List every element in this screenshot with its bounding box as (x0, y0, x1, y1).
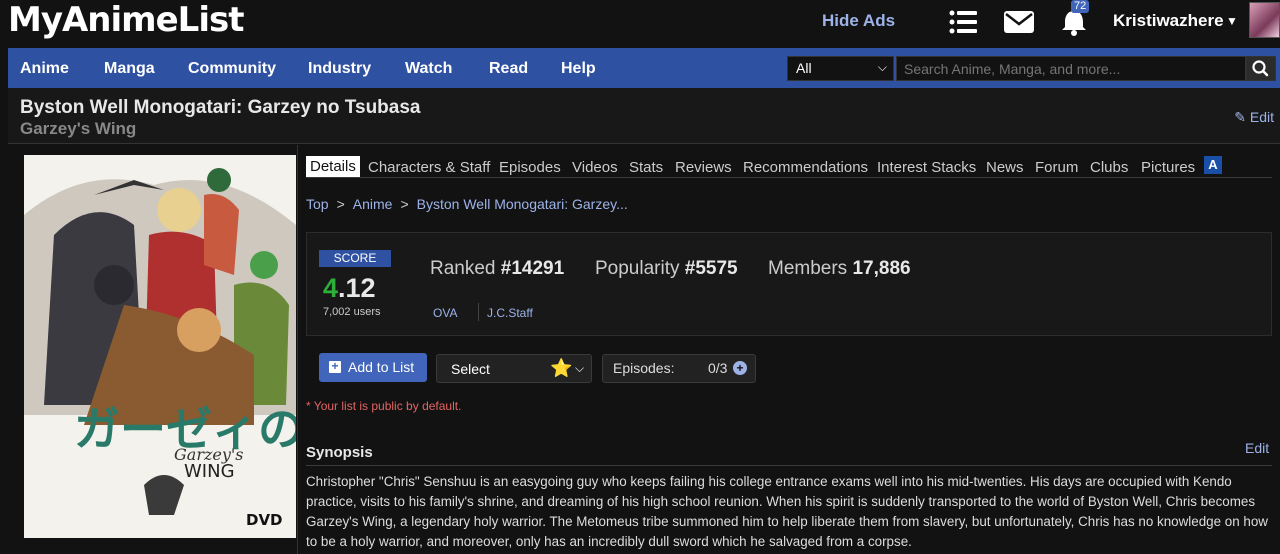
pencil-icon: ✎ (1234, 109, 1246, 125)
search-input[interactable] (896, 56, 1246, 81)
cover-title: WING (184, 461, 235, 482)
public-list-note: * Your list is public by default. (306, 399, 462, 413)
synopsis-text: Christopher "Chris" Senshuu is an easygo… (306, 474, 1268, 549)
tab-characters-staff[interactable]: Characters & Staff (368, 159, 490, 176)
top-bar: MyAnimeList Hide Ads 72 Kristiwazhere ▼ (0, 0, 1280, 48)
tab-stats[interactable]: Stats (629, 159, 663, 176)
add-to-list-button[interactable]: + Add to List (319, 353, 427, 382)
left-column: ガーゼィの翼 Garzey's WING DVD (8, 145, 298, 554)
breadcrumb-top[interactable]: Top (306, 196, 329, 212)
site-logo[interactable]: MyAnimeList (8, 0, 244, 40)
episodes-progress: Episodes: 0/3 + (602, 354, 756, 383)
english-title: Garzey's Wing (20, 119, 137, 138)
ranked-label: Ranked (430, 258, 496, 279)
hide-ads-link[interactable]: Hide Ads (822, 11, 895, 31)
nav-anime[interactable]: Anime (20, 60, 69, 78)
search-category-select[interactable]: All ⌵ (787, 56, 894, 81)
page-title: Byston Well Monogatari: Garzey no Tsubas… (20, 97, 421, 118)
score-label: SCORE (319, 250, 391, 267)
edit-title-label: Edit (1249, 109, 1274, 125)
members-label: Members (768, 258, 848, 279)
nav-community[interactable]: Community (188, 60, 276, 78)
tab-recommendations[interactable]: Recommendations (743, 159, 868, 176)
plus-square-icon: + (329, 360, 341, 373)
detail-tabs: Details Characters & Staff Episodes Vide… (306, 154, 1272, 178)
nav-watch[interactable]: Watch (405, 60, 452, 78)
increment-episode-icon[interactable]: + (733, 361, 747, 375)
stats-box: SCORE 4.12 7,002 users Ranked #14291 Pop… (306, 232, 1272, 336)
edit-synopsis-link[interactable]: Edit (1245, 440, 1269, 456)
score-integer: 4 (323, 273, 339, 303)
search-category-value: All (796, 60, 812, 76)
list-icon[interactable] (948, 8, 980, 36)
type-link[interactable]: OVA (433, 306, 457, 320)
synopsis-divider (306, 465, 1272, 466)
synopsis-heading: Synopsis (306, 444, 373, 461)
popularity-value: #5575 (684, 258, 738, 279)
tab-details[interactable]: Details (306, 156, 360, 177)
chevron-down-icon: ⌵ (877, 60, 887, 74)
list-status-select[interactable]: Select ⭐ ⌵ (436, 354, 592, 383)
tab-clubs[interactable]: Clubs (1090, 159, 1128, 176)
username-menu[interactable]: Kristiwazhere (1113, 11, 1224, 31)
tab-interest-stacks[interactable]: Interest Stacks (877, 159, 976, 176)
list-status-value: Select (451, 361, 490, 377)
meta-divider (478, 303, 479, 321)
nav-manga[interactable]: Manga (104, 60, 155, 78)
tab-videos[interactable]: Videos (572, 159, 618, 176)
breadcrumb: Top > Anime > Byston Well Monogatari: Garzey… (306, 196, 628, 212)
breadcrumb-anime[interactable]: Anime (353, 196, 393, 212)
tab-pictures[interactable]: Pictures (1141, 159, 1195, 176)
breadcrumb-separator: > (400, 196, 409, 212)
edit-title-link[interactable]: ✎ Edit (1234, 109, 1274, 126)
members-stat: Members 17,886 (768, 258, 911, 280)
add-to-list-label: Add to List (348, 359, 415, 375)
episodes-count[interactable]: 0/3 (708, 360, 727, 376)
breadcrumb-separator: > (336, 196, 345, 212)
chevron-down-icon: ⌵ (575, 361, 585, 375)
nav-help[interactable]: Help (561, 60, 596, 78)
cover-image[interactable]: ガーゼィの翼 Garzey's WING DVD (24, 155, 296, 538)
search-icon (1252, 60, 1269, 77)
members-value: 17,886 (852, 258, 911, 279)
main-nav: Anime Manga Community Industry Watch Rea… (8, 48, 1280, 88)
search-button[interactable] (1246, 56, 1276, 81)
ranked-value: #14291 (500, 258, 565, 279)
caret-down-icon[interactable]: ▼ (1226, 14, 1238, 28)
breadcrumb-current[interactable]: Byston Well Monogatari: Garzey... (417, 196, 628, 212)
episodes-label: Episodes: (613, 360, 675, 376)
star-icon: ⭐ (550, 358, 573, 378)
anilist-icon[interactable]: A (1204, 156, 1222, 174)
tab-episodes[interactable]: Episodes (499, 159, 561, 176)
score-users: 7,002 users (323, 306, 381, 318)
notification-badge: 72 (1071, 0, 1090, 13)
score-value[interactable]: 4.12 (323, 273, 376, 304)
avatar[interactable] (1249, 2, 1280, 38)
tab-news[interactable]: News (986, 159, 1024, 176)
tab-forum[interactable]: Forum (1035, 159, 1078, 176)
tab-reviews[interactable]: Reviews (675, 159, 732, 176)
nav-industry[interactable]: Industry (308, 60, 371, 78)
studio-link[interactable]: J.C.Staff (487, 306, 533, 320)
ranked-stat[interactable]: Ranked #14291 (430, 258, 564, 280)
nav-read[interactable]: Read (489, 60, 528, 78)
title-bar: Byston Well Monogatari: Garzey no Tsubas… (8, 88, 1280, 144)
dvd-logo: DVD (246, 511, 283, 529)
score-decimal: .12 (338, 273, 376, 303)
popularity-label: Popularity (595, 258, 680, 279)
mail-icon[interactable] (1003, 8, 1035, 36)
popularity-stat[interactable]: Popularity #5575 (595, 258, 738, 280)
